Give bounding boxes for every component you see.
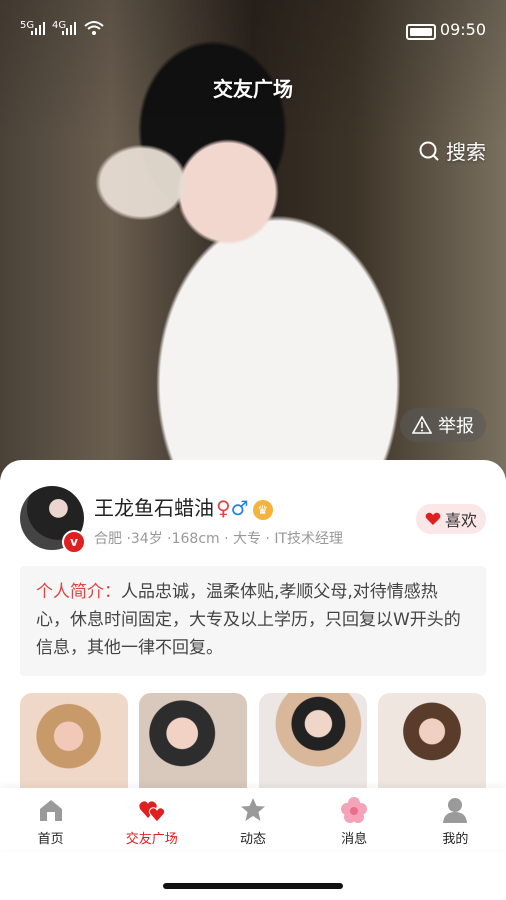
signal-bars-icon — [62, 22, 76, 35]
profile-name-row: 王龙鱼石蜡油 ♀♂ ♛ — [94, 492, 273, 521]
tab-messages[interactable]: 消息 — [314, 796, 394, 850]
tab-label: 交友广场 — [125, 832, 178, 847]
bio-label: 个人简介： — [36, 582, 121, 602]
bottom-tab-bar: 首页 交友广场 动态 消息 我的 — [0, 788, 506, 850]
user-icon — [443, 798, 468, 823]
page-title: 交友广场 — [213, 77, 293, 101]
report-button[interactable]: 举报 — [400, 408, 486, 442]
search-icon — [419, 141, 439, 161]
tab-mine[interactable]: 我的 — [415, 796, 495, 850]
bio-box: 个人简介：人品忠诚，温柔体贴,孝顺父母,对待情感热心，休息时间固定，大专及以上学… — [20, 566, 486, 676]
profile-name: 王龙鱼石蜡油 — [94, 496, 214, 520]
search-label: 搜索 — [446, 140, 486, 164]
like-button[interactable]: 喜欢 — [416, 504, 486, 534]
report-label: 举报 — [438, 416, 474, 437]
wifi-icon — [84, 21, 104, 35]
vip-crown-icon: ♛ — [252, 499, 273, 520]
status-time: 09:50 — [439, 20, 486, 39]
hearts-icon — [139, 801, 165, 823]
gallery-photo[interactable] — [139, 693, 248, 789]
photo-gallery — [20, 693, 486, 789]
tab-label: 我的 — [442, 832, 469, 847]
tab-moments[interactable]: 动态 — [213, 796, 293, 850]
star-icon — [240, 798, 265, 821]
gallery-photo[interactable] — [20, 693, 128, 789]
gallery-photo[interactable] — [377, 693, 486, 789]
tab-social-square[interactable]: 交友广场 — [112, 796, 192, 850]
battery-icon — [406, 24, 436, 40]
home-indicator — [163, 883, 343, 889]
gender-icon: ♀♂ — [216, 496, 249, 520]
search-button[interactable]: 搜索 — [418, 136, 486, 165]
profile-meta: 合肥 ·34岁 ·168cm · 大专 · IT技术经理 — [94, 531, 344, 547]
heart-icon — [425, 512, 441, 525]
tab-home[interactable]: 首页 — [11, 796, 91, 850]
like-label: 喜欢 — [444, 511, 477, 530]
tab-label: 动态 — [239, 832, 266, 847]
status-bar: 5G 4G 09:50 — [0, 0, 506, 60]
gallery-photo[interactable] — [258, 693, 367, 789]
tab-label: 消息 — [341, 832, 368, 847]
signal-bars-icon — [31, 22, 45, 35]
home-icon — [39, 800, 62, 821]
tab-label: 首页 — [37, 832, 64, 847]
warning-icon — [412, 416, 432, 434]
verified-badge-icon: v — [62, 530, 86, 554]
flower-icon — [341, 797, 368, 823]
